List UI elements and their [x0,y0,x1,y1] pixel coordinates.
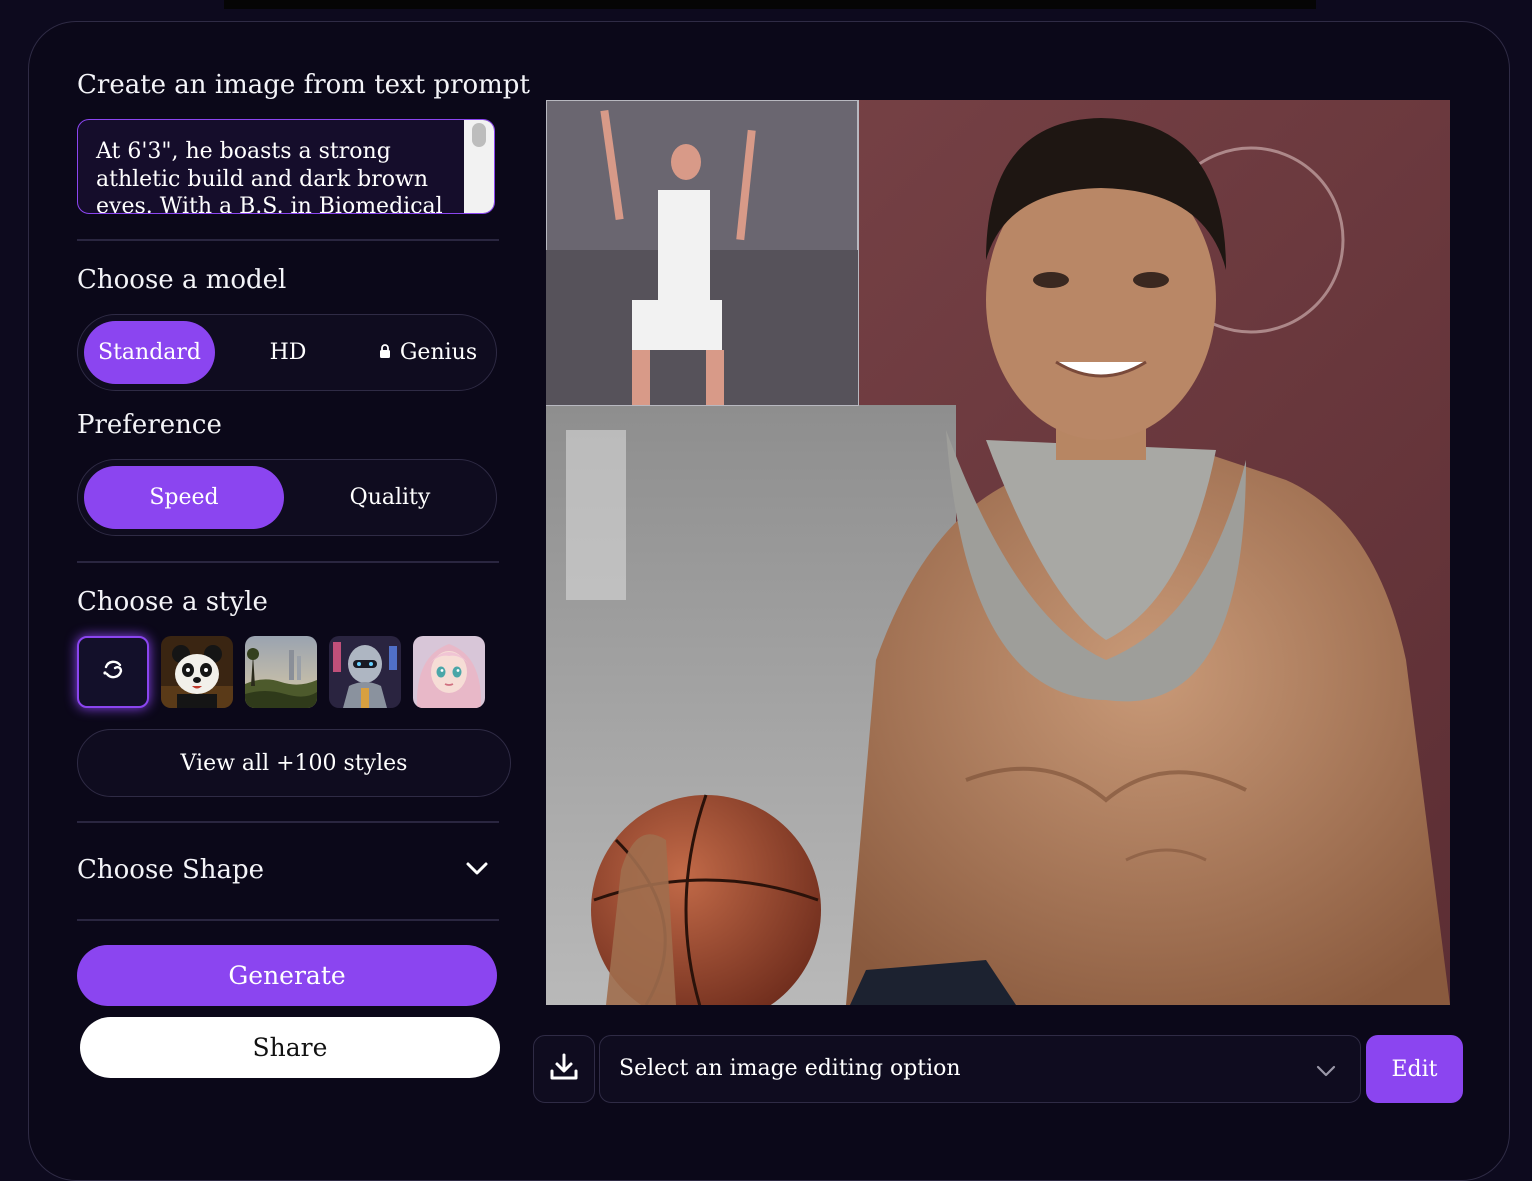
divider [77,239,499,241]
generate-button[interactable]: Generate [77,945,497,1006]
choose-shape-dropdown[interactable]: Choose Shape [77,846,497,896]
anime-girl-style-thumbnail [413,636,485,708]
style-option-robot[interactable] [329,636,401,708]
model-toggle: Standard HD Genius [77,314,497,391]
chevron-down-icon [1316,1062,1336,1081]
style-option-panda[interactable] [161,636,233,708]
preference-title: Preference [77,410,222,440]
no-style-swirl-icon [100,657,126,687]
model-option-genius-label: Genius [399,340,478,365]
divider [77,821,499,823]
style-title: Choose a style [77,587,268,617]
generated-image [546,100,1450,1005]
style-option-anime[interactable] [413,636,485,708]
style-option-landscape[interactable] [245,636,317,708]
share-button[interactable]: Share [80,1017,500,1078]
model-option-hd[interactable]: HD [228,321,348,384]
divider [77,919,499,921]
top-image-strip [224,0,1316,9]
shape-title: Choose Shape [77,855,265,885]
preference-option-speed[interactable]: Speed [84,466,284,529]
image-editing-select[interactable]: Select an image editing option [599,1035,1361,1103]
image-editing-select-value: Select an image editing option [619,1056,961,1081]
prompt-text[interactable]: At 6'3", he boasts a strong athletic bui… [96,138,456,213]
chevron-down-icon [465,860,489,880]
lock-icon [379,340,391,365]
prompt-textarea[interactable]: At 6'3", he boasts a strong athletic bui… [77,119,495,214]
robot-style-thumbnail [329,636,401,708]
model-option-genius[interactable]: Genius [368,321,488,384]
preference-option-quality[interactable]: Quality [290,466,490,529]
divider [77,561,499,563]
download-button[interactable] [533,1035,595,1103]
view-all-styles-button[interactable]: View all +100 styles [77,729,511,797]
style-option-none[interactable] [77,636,149,708]
landscape-style-thumbnail [245,636,317,708]
prompt-scrollbar[interactable] [464,120,494,213]
edit-button[interactable]: Edit [1366,1035,1463,1103]
model-title: Choose a model [77,265,287,295]
panda-style-thumbnail [161,636,233,708]
prompt-scroll-thumb[interactable] [472,123,486,147]
download-icon [548,1051,580,1087]
preference-toggle: Speed Quality [77,459,497,536]
model-option-standard[interactable]: Standard [84,321,215,384]
prompt-title: Create an image from text prompt [77,70,530,100]
generated-image-illustration [546,100,1450,1005]
